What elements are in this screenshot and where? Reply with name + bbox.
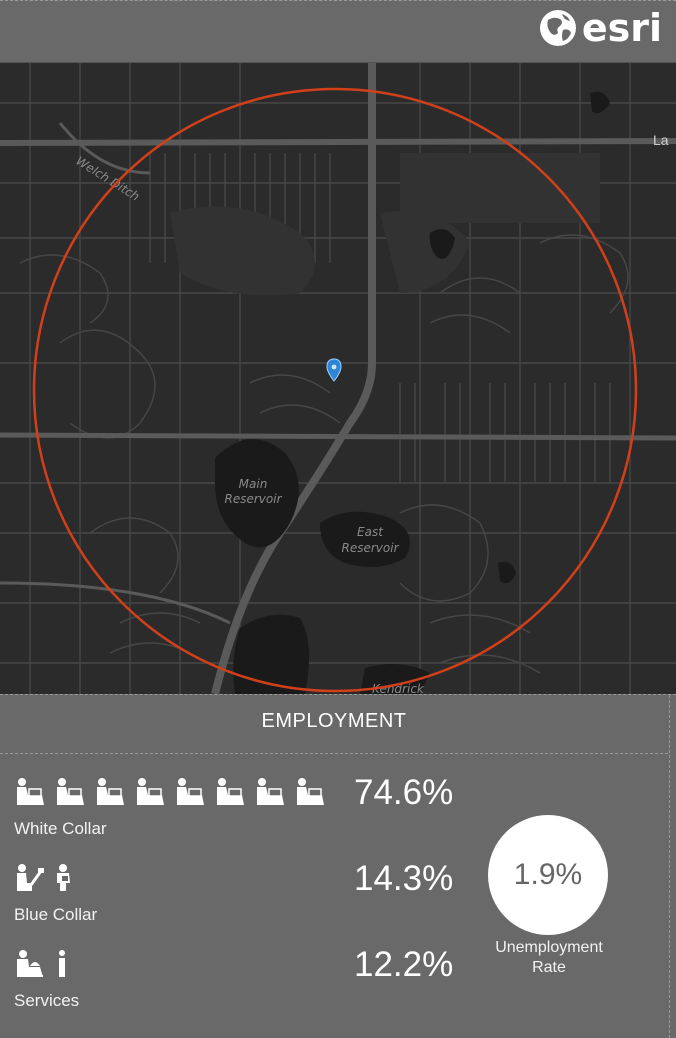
white-collar-worker-icon <box>257 778 284 805</box>
map-label-edge: La <box>653 132 669 148</box>
white-collar-worker-icon <box>217 778 244 805</box>
unemployment-value: 1.9% <box>513 858 583 891</box>
services-worker-icon <box>59 950 65 977</box>
esri-logo[interactable]: esri <box>538 8 662 48</box>
white-collar-worker-icon <box>97 778 124 805</box>
header-top-divider <box>0 0 676 1</box>
services-worker-icon <box>17 950 43 977</box>
blue-collar-label: Blue Collar <box>14 905 98 924</box>
employment-title: EMPLOYMENT <box>261 710 407 732</box>
title-divider <box>0 753 668 754</box>
unemployment-circle: 1.9% <box>488 815 608 935</box>
blue-collar-worker-icon <box>17 864 44 891</box>
panel-right-divider <box>669 695 670 1038</box>
header-bar: esri <box>0 0 676 63</box>
white-collar-worker-icon <box>17 778 44 805</box>
map-label-main: Main <box>239 477 268 491</box>
map-view[interactable]: Main Reservoir East Reservoir Welch Ditc… <box>0 63 676 694</box>
services-value: 12.2% <box>354 945 454 984</box>
white-collar-worker-icon <box>57 778 84 805</box>
map-label-east-reservoir: Reservoir <box>342 541 400 555</box>
unemployment-label: Unemployment Rate <box>476 938 622 978</box>
services-label: Services <box>14 991 80 1010</box>
map-label-main-reservoir: Reservoir <box>225 492 283 506</box>
map-label-east: East <box>357 525 384 539</box>
employment-row-services: 12.2% Services <box>14 945 454 1011</box>
white-collar-value: 74.6% <box>354 773 454 812</box>
white-collar-worker-icon <box>297 778 324 805</box>
unemployment-label-line1: Unemployment <box>495 939 603 956</box>
employment-panel: EMPLOYMENT 74.6% White Collar 14.3% Blue… <box>0 694 676 1038</box>
employment-row-blue-collar: 14.3% Blue Collar <box>14 859 454 925</box>
white-collar-worker-icon <box>137 778 164 805</box>
blue-collar-worker-icon <box>57 864 70 891</box>
blue-collar-value: 14.3% <box>354 859 454 898</box>
employment-row-white-collar: 74.6% White Collar <box>14 773 454 839</box>
white-collar-label: White Collar <box>14 819 107 838</box>
globe-icon <box>539 10 576 46</box>
map-canvas[interactable]: Main Reservoir East Reservoir Welch Ditc… <box>0 63 676 694</box>
unemployment-label-line2: Rate <box>532 959 566 976</box>
logo-text: esri <box>581 6 662 50</box>
white-collar-worker-icon <box>177 778 204 805</box>
